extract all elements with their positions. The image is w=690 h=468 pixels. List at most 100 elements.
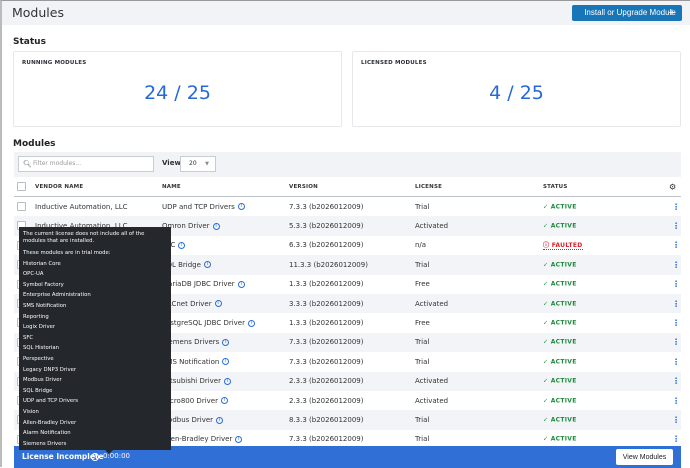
info-icon[interactable]: i — [178, 241, 186, 249]
table-row[interactable]: Inductive Automation, LLC UDP and TCP Dr… — [14, 197, 681, 216]
module-license: Free — [415, 280, 430, 289]
info-icon[interactable]: i — [203, 261, 211, 269]
module-name: MariaDB JDBC Driver i — [162, 280, 245, 288]
info-icon[interactable]: i — [220, 397, 228, 405]
module-license: Trial — [415, 357, 430, 366]
module-version: 6.3.3 (b2026012009) — [289, 241, 364, 250]
tooltip-item: Allen-Bradley Driver — [23, 419, 77, 426]
status-text: ACTIVE — [550, 338, 577, 346]
info-icon[interactable]: i — [214, 300, 222, 308]
status-badge: ✓︎ ACTIVE — [543, 378, 577, 385]
tooltip-item: SMS Notification — [23, 302, 67, 309]
tooltip-item: Modbus Driver — [23, 377, 62, 384]
module-license: Trial — [415, 416, 430, 425]
module-version: 3.3.3 (b2026012009) — [289, 299, 364, 308]
module-license: n/a — [415, 241, 427, 250]
view-modules-button[interactable]: View Modules — [616, 449, 673, 465]
module-name-text: UDP and TCP Drivers — [162, 202, 235, 211]
select-all-checkbox[interactable] — [17, 182, 26, 191]
kebab-menu-icon[interactable]: ⋮ — [672, 416, 680, 425]
module-license: Activated — [415, 222, 449, 231]
tooltip-item: Siemens Drivers — [23, 440, 67, 447]
module-version: 11.3.3 (b2026012009) — [289, 260, 368, 269]
module-license: Trial — [415, 338, 430, 347]
kebab-menu-icon[interactable]: ⋮ — [672, 202, 680, 211]
tooltip-item: Enterprise Administration — [23, 292, 91, 299]
info-icon[interactable]: i — [224, 377, 231, 385]
module-license: Trial — [415, 202, 430, 211]
kebab-menu-icon[interactable]: ⋮ — [672, 222, 680, 231]
module-name: Allen-Bradley Driver i — [162, 435, 243, 443]
info-icon[interactable]: i — [91, 453, 99, 461]
kebab-menu-icon[interactable]: ⋮ — [672, 435, 680, 444]
status-text: ACTIVE — [550, 435, 577, 443]
info-icon[interactable]: i — [222, 358, 230, 366]
column-license[interactable]: LICENSE — [415, 184, 442, 190]
status-badge: ✓︎ ACTIVE — [543, 223, 577, 230]
view-count-select[interactable]: 20 ▼ — [180, 156, 216, 172]
status-badge: ✓︎ ACTIVE — [543, 436, 577, 443]
kebab-menu-icon[interactable]: ⋮ — [672, 280, 680, 289]
kebab-menu-icon[interactable]: ⋮ — [672, 357, 680, 366]
check-circle-icon: ✓︎ — [543, 280, 549, 288]
module-license: Activated — [415, 299, 449, 308]
kebab-menu-icon[interactable]: ⋮ — [672, 319, 680, 328]
info-icon[interactable]: i — [235, 435, 243, 443]
check-circle-icon: ✓︎ — [543, 338, 549, 346]
column-name[interactable]: NAME — [162, 184, 181, 190]
info-icon[interactable]: i — [212, 222, 220, 230]
chevron-down-icon: ▼ — [205, 161, 209, 167]
status-text: ACTIVE — [550, 358, 577, 366]
check-circle-icon: ✓︎ — [543, 435, 549, 443]
vendor-name: Inductive Automation, LLC — [35, 202, 128, 211]
status-text: ACTIVE — [550, 280, 577, 288]
module-name: SMS Notification i — [162, 358, 230, 366]
info-icon[interactable]: i — [248, 319, 255, 327]
kebab-menu-icon[interactable]: ⋮ — [672, 396, 680, 405]
column-version[interactable]: VERSION — [289, 184, 318, 190]
row-checkbox[interactable] — [17, 202, 26, 211]
check-circle-icon: ✓︎ — [543, 222, 549, 230]
kebab-menu-icon[interactable]: ⋮ — [672, 241, 680, 250]
page-header: Modules Install or Upgrade Module + — [2, 1, 690, 25]
module-name-text: MariaDB JDBC Driver — [162, 280, 235, 289]
column-vendor[interactable]: VENDOR NAME — [35, 184, 83, 190]
license-tooltip: The current license does not include all… — [19, 227, 171, 454]
tooltip-item: Logix Driver — [23, 324, 56, 331]
status-text: ACTIVE — [550, 203, 577, 211]
tooltip-item: Perspective — [23, 355, 54, 362]
info-icon[interactable]: i — [237, 203, 245, 211]
status-badge[interactable]: ⓘ FAULTED — [543, 240, 583, 251]
filter-modules-input[interactable]: 🔍︎ Filter modules... — [18, 156, 154, 172]
module-version: 1.3.3 (b2026012009) — [289, 280, 364, 289]
module-license: Trial — [415, 260, 430, 269]
status-text: FAULTED — [551, 242, 583, 250]
module-version: 2.3.3 (b2026012009) — [289, 396, 364, 405]
gear-icon[interactable]: ⚙ — [669, 182, 676, 191]
kebab-menu-icon[interactable]: ⋮ — [672, 299, 680, 308]
module-license: Trial — [415, 435, 430, 444]
module-license: Activated — [415, 377, 449, 386]
column-status[interactable]: STATUS — [543, 184, 568, 190]
kebab-menu-icon[interactable]: ⋮ — [672, 338, 680, 347]
info-icon[interactable]: i — [222, 338, 230, 346]
module-version: 7.3.3 (b2026012009) — [289, 202, 364, 211]
kebab-menu-icon[interactable]: ⋮ — [672, 260, 680, 269]
tooltip-item: SQL Bridge — [23, 387, 53, 394]
module-name: PostgreSQL JDBC Driver i — [162, 319, 255, 327]
page-title: Modules — [12, 5, 64, 20]
tooltip-intro: The current license does not include all… — [23, 231, 145, 244]
tooltip-item: SQL Historian — [23, 345, 59, 352]
module-version: 1.3.3 (b2026012009) — [289, 319, 364, 328]
info-icon[interactable]: i — [216, 416, 224, 424]
install-upgrade-module-button[interactable]: Install or Upgrade Module + — [572, 5, 682, 21]
check-circle-icon: ✓︎ — [543, 300, 549, 308]
kebab-menu-icon[interactable]: ⋮ — [672, 377, 680, 386]
status-badge: ✓︎ ACTIVE — [543, 397, 577, 404]
modules-toolbar: 🔍︎ Filter modules... View 20 ▼ — [14, 152, 681, 177]
modules-heading: Modules — [13, 139, 56, 149]
status-badge: ✓︎ ACTIVE — [543, 281, 577, 288]
info-icon[interactable]: i — [237, 280, 245, 288]
check-circle-icon: ✓︎ — [543, 397, 549, 405]
status-badge: ✓︎ ACTIVE — [543, 339, 577, 346]
